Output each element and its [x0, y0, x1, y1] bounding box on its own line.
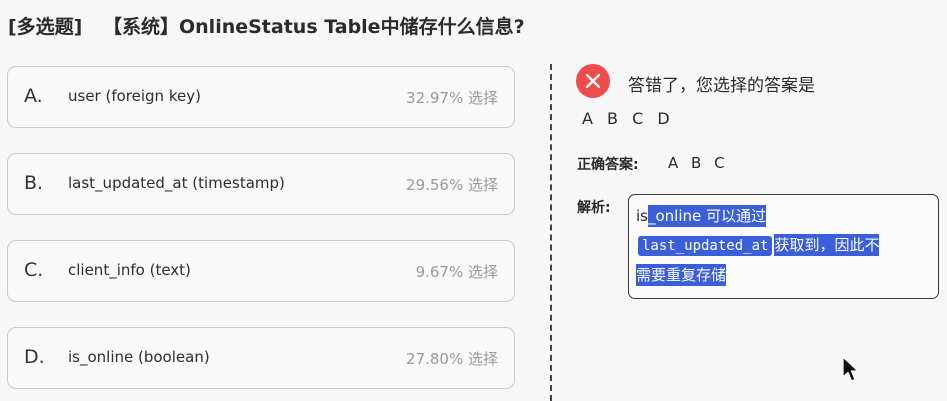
quiz-result-page: [多选题] 【系统】OnlineStatus Table中储存什么信息? A. …: [0, 0, 947, 401]
close-icon: [576, 64, 610, 98]
selected-answer: B: [607, 109, 619, 128]
explanation-label: 解析:: [577, 200, 611, 216]
selected-answer: D: [657, 109, 671, 128]
explanation-box[interactable]: is_online 可以通过 last_updated_at 获取到，因此不 需要…: [628, 194, 939, 299]
correct-answer: A: [668, 154, 679, 172]
mouse-pointer-icon: [841, 356, 861, 388]
explanation-prefix: is: [636, 207, 648, 225]
option-a[interactable]: A. user (foreign key) 32.97% 选择: [7, 66, 515, 128]
inline-code: last_updated_at: [638, 236, 773, 256]
correct-answers: A B C: [668, 154, 733, 172]
selected-answer: C: [632, 109, 644, 128]
correct-answer: B: [691, 154, 702, 172]
question-title: [多选题] 【系统】OnlineStatus Table中储存什么信息?: [8, 12, 525, 39]
option-letter: C.: [24, 259, 44, 281]
option-letter: B.: [24, 172, 44, 194]
option-d[interactable]: D. is_online (boolean) 27.80% 选择: [7, 327, 515, 389]
question-type: [多选题]: [8, 16, 83, 38]
option-letter: D.: [24, 346, 45, 368]
option-stat: 32.97% 选择: [406, 89, 498, 107]
option-c[interactable]: C. client_info (text) 9.67% 选择: [7, 240, 515, 302]
explanation-line-3: 需要重复存储: [636, 261, 931, 290]
option-text: client_info (text): [68, 261, 191, 279]
option-stat: 9.67% 选择: [415, 263, 498, 281]
result-message: 答错了，您选择的答案是: [628, 76, 815, 96]
correct-answer-label: 正确答案:: [577, 157, 639, 173]
option-text: is_online (boolean): [68, 348, 210, 366]
correct-answer: C: [714, 154, 725, 172]
explanation-text: 获取到，因此不: [774, 234, 880, 256]
dashed-divider: [550, 64, 552, 401]
option-stat: 29.56% 选择: [406, 176, 498, 194]
option-letter: A.: [24, 85, 43, 107]
option-stat: 27.80% 选择: [406, 350, 498, 368]
explanation-line-2: last_updated_at 获取到，因此不: [636, 231, 931, 261]
option-b[interactable]: B. last_updated_at (timestamp) 29.56% 选择: [7, 153, 515, 215]
explanation-text: 需要重复存储: [636, 264, 727, 286]
explanation-line-1: is_online 可以通过: [636, 202, 931, 231]
selected-answers: A B C D: [582, 109, 678, 128]
selected-answer: A: [582, 109, 594, 128]
explanation-text: _online 可以通过: [647, 205, 767, 227]
option-text: last_updated_at (timestamp): [68, 174, 285, 192]
option-text: user (foreign key): [68, 87, 201, 105]
question-text: 【系统】OnlineStatus Table中储存什么信息?: [103, 16, 525, 38]
